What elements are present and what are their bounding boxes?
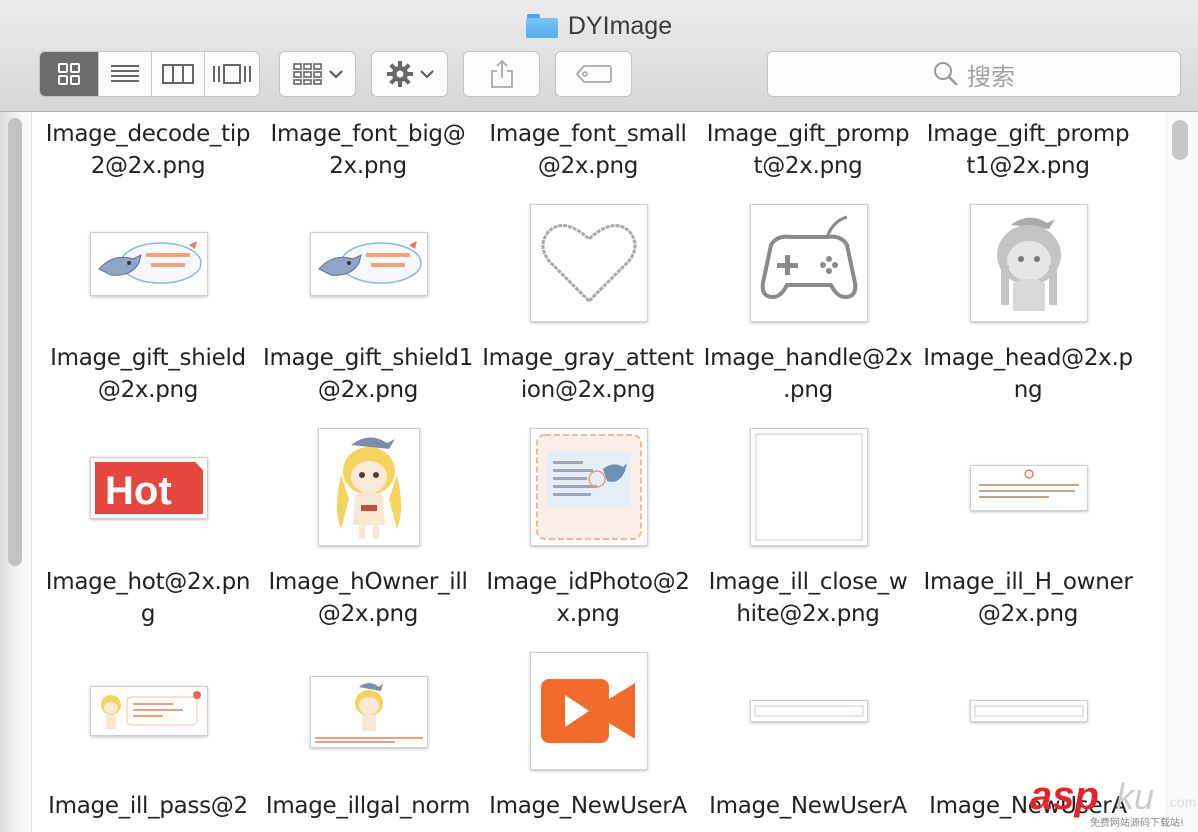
column-view-icon	[162, 64, 194, 84]
sidebar-scrollbar[interactable]	[8, 118, 22, 566]
grid-arrange-icon	[293, 63, 323, 85]
site-watermark: asp ku .com 免费网站源码下载站!	[1030, 774, 1198, 832]
search-placeholder: 搜索	[967, 57, 1015, 92]
thumbnail-shark-banner	[90, 232, 208, 296]
thumbnail-heart	[530, 204, 648, 322]
thumbnail-id-photo	[530, 428, 648, 546]
file-name: Image_NewUserA	[478, 790, 698, 822]
icon-view-button[interactable]	[40, 52, 99, 96]
search-icon	[933, 61, 959, 87]
file-name: Image_head@2x.png	[918, 342, 1138, 406]
window-titlebar: DYImage	[0, 8, 1198, 44]
file-name: Image_gift_prompt1@2x.png	[918, 118, 1138, 182]
girl-card-image	[311, 677, 427, 747]
search-input[interactable]: 搜索	[767, 51, 1181, 97]
icon-view-icon	[58, 63, 80, 85]
share-icon	[490, 59, 514, 89]
file-name: Image_illgal_norm	[258, 790, 478, 822]
file-name: Image_NewUserA	[698, 790, 918, 822]
watermark-suffix: .com	[1166, 794, 1196, 810]
window-title: DYImage	[526, 12, 672, 41]
watermark-brand-gray: ku	[1116, 776, 1154, 818]
girl-avatar-gray-image	[971, 205, 1087, 321]
thumbnail-gamepad	[750, 204, 868, 322]
chevron-down-icon	[329, 69, 343, 79]
list-view-button[interactable]	[99, 52, 152, 96]
hot-badge-image: Hot	[91, 458, 207, 518]
girl-dialog-image	[91, 687, 207, 735]
view-mode-control	[39, 51, 260, 97]
file-name: Image_gift_shield@2x.png	[38, 342, 258, 406]
cover-flow-button[interactable]	[205, 52, 259, 96]
thumbnail-girl-gray	[970, 204, 1088, 322]
thumbnail-bar	[750, 700, 868, 722]
notice-banner-image	[971, 466, 1087, 510]
file-name: Image_gift_shield1@2x.png	[258, 342, 478, 406]
thumbnail-blank-white	[750, 428, 868, 546]
gamepad-icon	[751, 205, 867, 321]
file-name: Image_hOwner_ill@2x.png	[258, 566, 478, 630]
thumbnail-bar	[970, 700, 1088, 722]
file-name: Image_font_big@2x.png	[258, 118, 478, 182]
id-card-image	[531, 429, 647, 545]
file-name: Image_ill_pass@2	[38, 790, 258, 822]
share-button[interactable]	[463, 51, 540, 97]
thumbnail-video	[530, 652, 648, 770]
file-name: Image_gift_prompt@2x.png	[698, 118, 918, 182]
file-name: Image_hot@2x.png	[38, 566, 258, 630]
watermark-subtitle: 免费网站源码下载站!	[1090, 814, 1184, 829]
file-name: Image_decode_tip2@2x.png	[38, 118, 258, 182]
tags-button[interactable]	[555, 51, 632, 97]
column-view-button[interactable]	[152, 52, 205, 96]
thumbnail-notice	[970, 465, 1088, 511]
tag-icon	[575, 64, 613, 84]
scrollbar-track	[1166, 112, 1198, 832]
file-name: Image_idPhoto@2x.png	[478, 566, 698, 630]
shark-banner-image	[311, 233, 427, 295]
chevron-down-icon	[420, 69, 434, 79]
file-name: Image_ill_H_owner@2x.png	[918, 566, 1138, 630]
list-view-icon	[110, 64, 140, 84]
thumbnail-girl-color	[318, 428, 420, 546]
watermark-brand-red: asp	[1030, 774, 1099, 819]
shark-banner-image	[91, 233, 207, 295]
blank-image	[751, 429, 867, 545]
file-name: Image_ill_close_white@2x.png	[698, 566, 918, 630]
arrange-button[interactable]	[279, 51, 356, 97]
file-icon-grid: Image_decode_tip2@2x.png Image_font_big@…	[0, 112, 1198, 832]
girl-mascot-image	[319, 429, 419, 545]
svg-text:Hot: Hot	[105, 469, 172, 513]
cover-flow-icon	[212, 63, 252, 85]
file-name: Image_gray_attention@2x.png	[478, 342, 698, 406]
action-button[interactable]	[371, 51, 448, 97]
thumbnail-shark-banner	[310, 232, 428, 296]
bar-image	[971, 701, 1087, 721]
thumbnail-hot: Hot	[90, 457, 208, 519]
thumbnail-girl-card	[310, 676, 428, 748]
folder-icon	[526, 14, 558, 38]
window-title-text: DYImage	[568, 12, 672, 41]
heart-icon	[531, 205, 647, 321]
thumbnail-girl-dialog	[90, 686, 208, 736]
file-name: Image_handle@2x.png	[698, 342, 918, 406]
finder-toolbar: DYImage	[0, 0, 1198, 112]
bar-image	[751, 701, 867, 721]
video-camera-icon	[531, 653, 647, 769]
gear-icon	[386, 60, 414, 88]
file-name: Image_font_small@2x.png	[478, 118, 698, 182]
sidebar-edge	[0, 112, 32, 832]
vertical-scrollbar[interactable]	[1172, 120, 1188, 160]
